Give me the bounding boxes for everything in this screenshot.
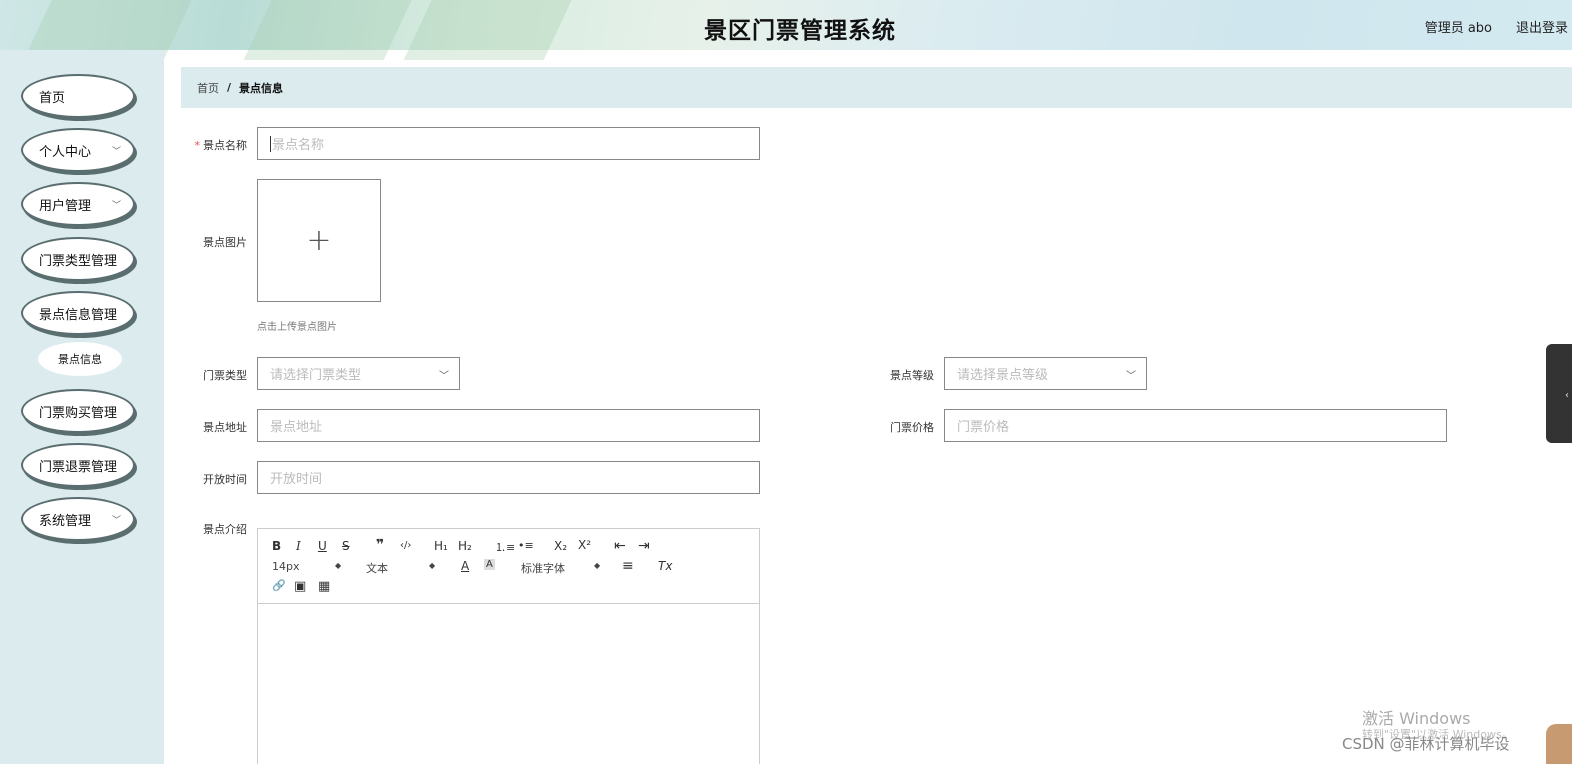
intro-label: 景点介绍 [203, 523, 247, 536]
ticket-type-label: 门票类型 [203, 369, 247, 382]
font-color-icon[interactable]: A [461, 559, 469, 573]
underline-button[interactable]: U [318, 539, 327, 553]
logout-link[interactable]: 退出登录 [1516, 17, 1568, 36]
chevron-down-icon: ﹀ [1126, 371, 1136, 382]
sidebar-item-label: 门票类型管理 [38, 253, 117, 269]
code-button[interactable]: ‹/› [400, 540, 411, 551]
text-caret [270, 135, 271, 152]
sidebar-item-label: 系统管理 [39, 513, 92, 529]
sidebar-item-label: 用户管理 [39, 198, 92, 214]
sidebar-item-label: 个人中心 [39, 144, 92, 160]
indent-button[interactable]: ⇥ [638, 538, 650, 554]
sidebar-item-label: 首页 [39, 90, 66, 106]
font-size-select[interactable]: 14px ◆ [272, 560, 342, 573]
text-style-select[interactable]: 文本 ◆ [366, 560, 436, 576]
strike-button[interactable]: S [342, 539, 350, 553]
bullet-list-button[interactable]: •≡ [518, 539, 534, 552]
image-upload[interactable]: + [257, 179, 381, 302]
italic-button[interactable]: I [296, 539, 301, 553]
ticket-type-select[interactable]: 请选择门票类型 ﹀ [257, 357, 460, 390]
video-icon[interactable]: ▦ [318, 579, 330, 594]
open-time-label: 开放时间 [203, 473, 247, 486]
chevron-down-icon: ﹀ [111, 147, 121, 157]
ticket-type-placeholder: 请选择门票类型 [270, 368, 362, 383]
clear-format-icon[interactable]: Tx [658, 559, 672, 573]
required-mark: * [194, 139, 201, 152]
editor-toolbar: B I U S ❞ ‹/› H₁ H₂ ⒈≡ •≡ X₂ X² ⇤ ⇥ 14px… [258, 529, 759, 604]
sidebar-item-home[interactable]: 首页 [21, 74, 135, 118]
image-icon[interactable]: ▣ [294, 579, 306, 594]
subscript-button[interactable]: X₂ [554, 539, 567, 553]
level-select[interactable]: 请选择景点等级 ﹀ [944, 357, 1147, 390]
level-label: 景点等级 [890, 369, 934, 382]
background-color-icon[interactable]: A [484, 559, 495, 570]
app-header: 景区门票管理系统 管理员 abo 退出登录 [0, 0, 1572, 60]
h1-button[interactable]: H₁ [434, 539, 448, 553]
editor-content[interactable] [258, 604, 759, 764]
quote-button[interactable]: ❞ [376, 537, 384, 553]
sidebar-item-ticket-types[interactable]: 门票类型管理 [21, 237, 135, 281]
outdent-button[interactable]: ⇤ [614, 538, 626, 554]
sidebar-item-label: 景点信息管理 [38, 307, 117, 323]
level-placeholder: 请选择景点等级 [957, 368, 1049, 383]
address-label: 景点地址 [203, 421, 247, 434]
image-label: 景点图片 [203, 236, 247, 249]
font-family-select[interactable]: 标准字体 ◆ [521, 560, 601, 576]
price-input[interactable]: 门票价格 [944, 409, 1447, 442]
csdn-watermark: CSDN @菲林计算机毕设 [1342, 735, 1510, 753]
name-label: * 景点名称 [194, 139, 248, 152]
sidebar-item-ticket-refund[interactable]: 门票退票管理 [21, 443, 135, 487]
ordered-list-button[interactable]: ⒈≡ [495, 539, 515, 555]
sidebar-item-users[interactable]: 用户管理 ﹀ [21, 182, 135, 226]
chevron-left-icon: ‹ [1565, 390, 1569, 401]
superscript-button[interactable]: X² [578, 538, 591, 552]
price-placeholder: 门票价格 [957, 420, 1010, 435]
sidebar-item-label: 门票退票管理 [38, 459, 117, 475]
link-icon[interactable]: 🔗 [272, 579, 286, 592]
current-user: 管理员 abo [1424, 21, 1492, 36]
chevron-down-icon: ﹀ [439, 371, 449, 382]
plus-icon: + [306, 223, 332, 258]
chevron-down-icon: ﹀ [111, 516, 121, 526]
breadcrumb-home[interactable]: 首页 [197, 80, 219, 96]
chevron-down-icon: ﹀ [111, 201, 121, 211]
sidebar-item-label: 景点信息 [58, 353, 102, 366]
sidebar-item-system[interactable]: 系统管理 ﹀ [21, 497, 135, 541]
address-input[interactable]: 景点地址 [257, 409, 760, 442]
breadcrumb: 首页 / 景点信息 [181, 67, 1572, 108]
bold-button[interactable]: B [272, 539, 281, 553]
sidebar-item-label: 门票购买管理 [38, 405, 117, 421]
upload-hint: 点击上传景点图片 [257, 322, 337, 333]
address-placeholder: 景点地址 [270, 420, 323, 435]
corner-avatar [1546, 724, 1572, 764]
sidebar-subitem-attraction-info[interactable]: 景点信息 [38, 342, 122, 376]
name-input[interactable]: 景点名称 [257, 127, 760, 160]
breadcrumb-current: 景点信息 [239, 81, 284, 95]
sidebar-item-ticket-purchase[interactable]: 门票购买管理 [21, 389, 135, 433]
app-title: 景区门票管理系统 [704, 18, 896, 44]
side-drawer-tab[interactable]: ‹ [1546, 344, 1572, 443]
align-icon[interactable]: ≡ [622, 558, 634, 574]
name-placeholder: 景点名称 [272, 138, 325, 153]
rich-text-editor: B I U S ❞ ‹/› H₁ H₂ ⒈≡ •≡ X₂ X² ⇤ ⇥ 14px… [257, 528, 760, 764]
open-time-input[interactable]: 开放时间 [257, 461, 760, 494]
open-time-placeholder: 开放时间 [270, 472, 323, 487]
sidebar-item-personal[interactable]: 个人中心 ﹀ [21, 128, 135, 172]
sidebar-item-attractions[interactable]: 景点信息管理 [21, 291, 135, 335]
breadcrumb-separator: / [227, 81, 232, 94]
price-label: 门票价格 [890, 421, 934, 434]
h2-button[interactable]: H₂ [458, 539, 472, 553]
